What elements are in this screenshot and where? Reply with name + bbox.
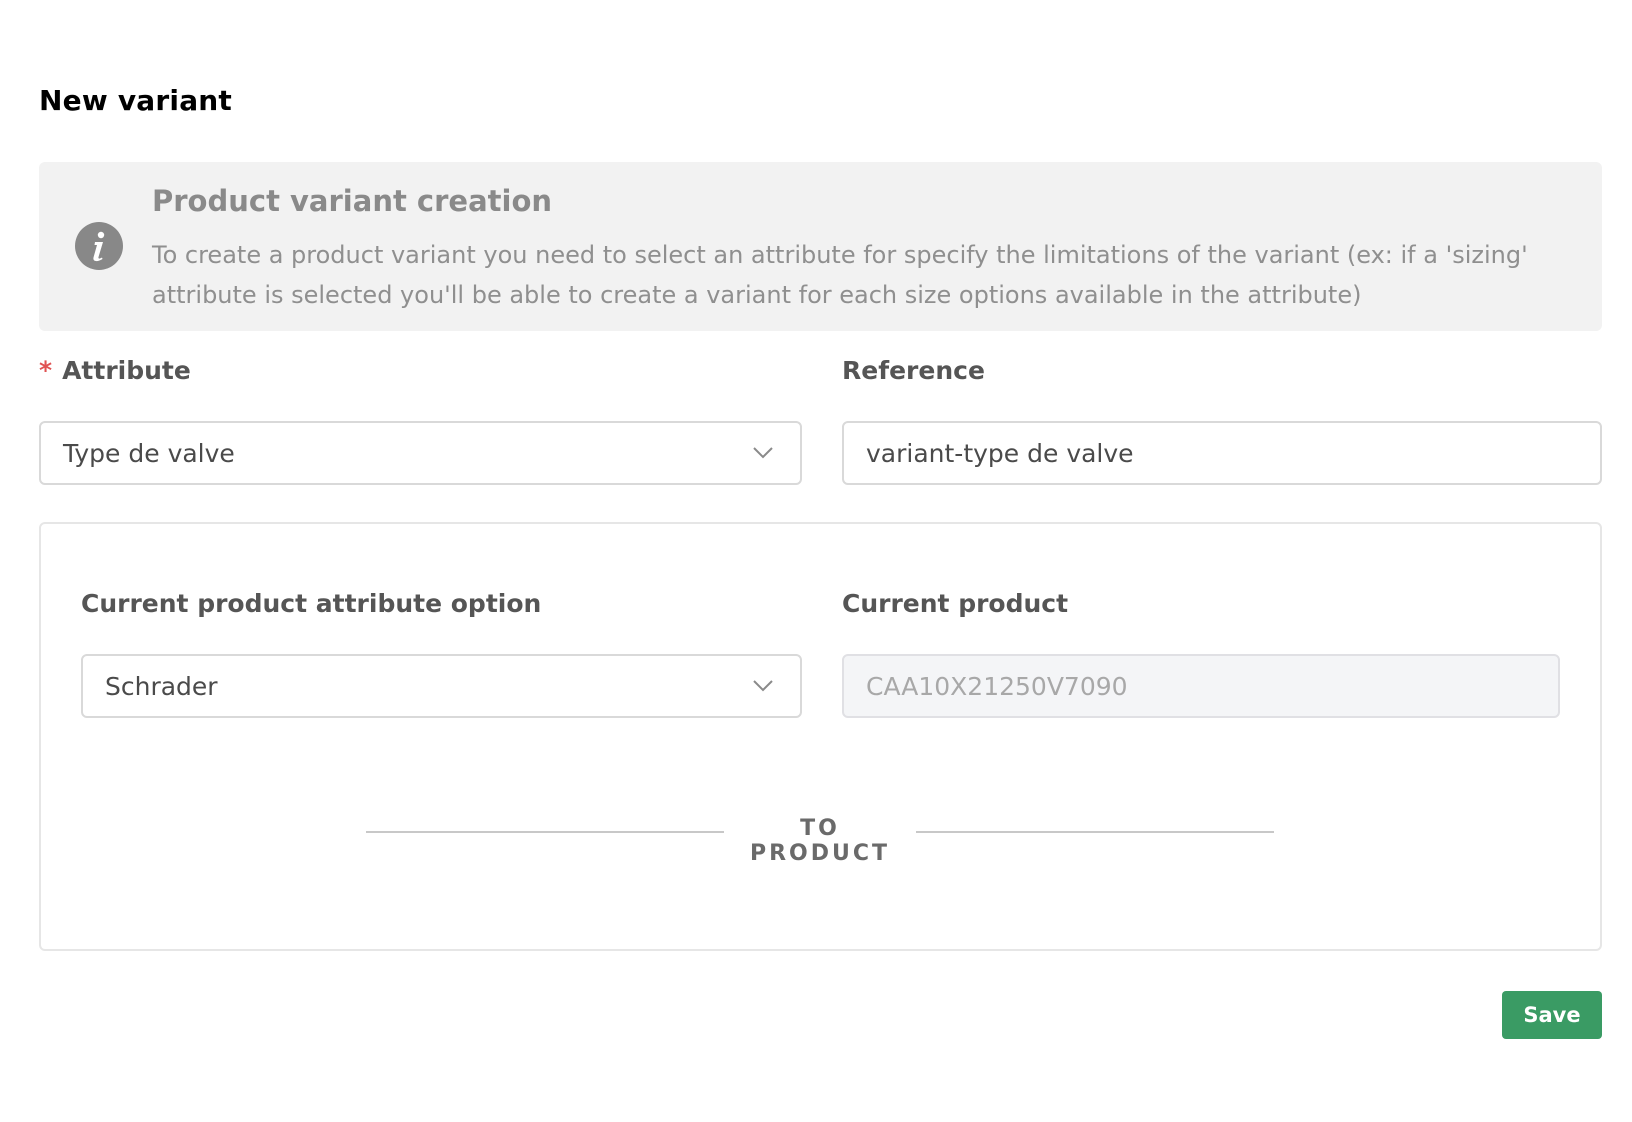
variant-option-group <box>39 522 1602 951</box>
divider-line-right <box>916 831 1274 833</box>
attribute-select[interactable]: Type de valve <box>39 421 802 485</box>
current-product-label: Current product <box>842 589 1069 618</box>
current-product-input: CAA10X21250V7090 <box>842 654 1560 718</box>
reference-label: Reference <box>842 356 985 385</box>
attribute-label: * Attribute <box>39 356 191 385</box>
reference-input[interactable]: variant-type de valve <box>842 421 1602 485</box>
save-button[interactable]: Save <box>1502 991 1602 1039</box>
info-title: Product variant creation <box>152 184 553 218</box>
current-product-value: CAA10X21250V7090 <box>866 671 1128 701</box>
required-marker: * <box>39 356 53 385</box>
info-banner: Product variant creation To create a pro… <box>39 162 1602 331</box>
current-option-select[interactable]: Schrader <box>81 654 802 718</box>
divider-line-left <box>366 831 724 833</box>
info-text: To create a product variant you need to … <box>152 241 1528 309</box>
current-option-select-value: Schrader <box>105 671 218 701</box>
chevron-down-icon <box>753 447 773 459</box>
chevron-down-icon <box>753 680 773 692</box>
attribute-label-text: Attribute <box>62 356 191 385</box>
attribute-select-value: Type de valve <box>63 438 235 468</box>
current-option-label: Current product attribute option <box>81 589 542 618</box>
page-title: New variant <box>39 84 233 117</box>
reference-input-value: variant-type de valve <box>866 438 1134 468</box>
to-product-divider: TO PRODUCT <box>749 816 891 866</box>
info-icon <box>75 222 123 270</box>
